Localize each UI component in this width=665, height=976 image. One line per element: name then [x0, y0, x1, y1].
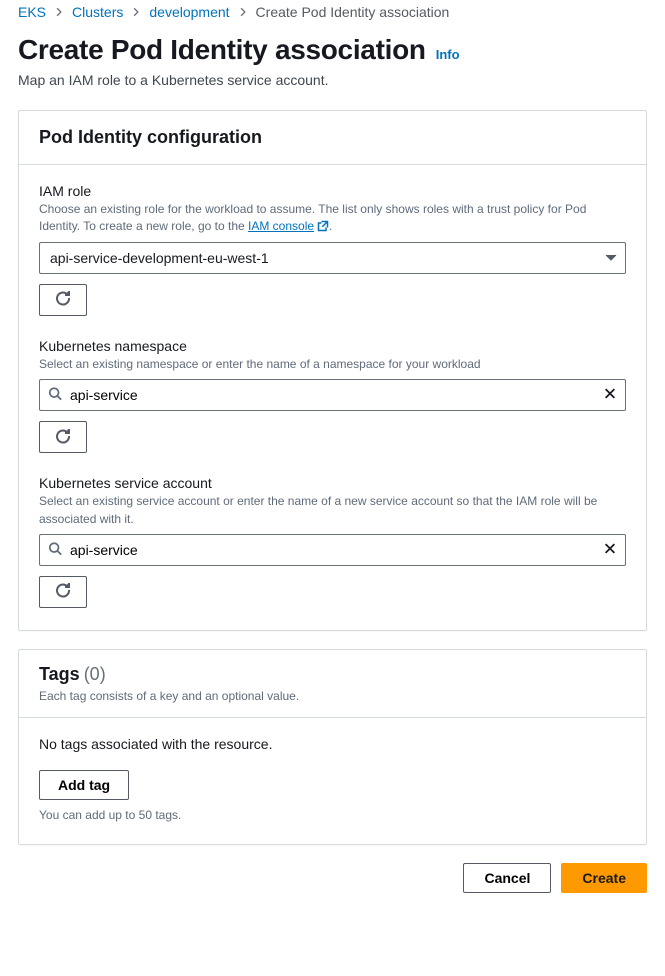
footer-actions: Cancel Create [0, 863, 665, 911]
iam-role-value: api-service-development-eu-west-1 [50, 250, 269, 266]
service-account-label: Kubernetes service account [39, 475, 626, 491]
chevron-right-icon [54, 7, 64, 17]
breadcrumb: EKS Clusters development Create Pod Iden… [0, 0, 665, 28]
caret-down-icon [605, 250, 617, 266]
tags-subtitle: Each tag consists of a key and an option… [39, 689, 626, 703]
pod-identity-config-panel: Pod Identity configuration IAM role Choo… [18, 110, 647, 631]
panel-title: Pod Identity configuration [19, 111, 646, 165]
refresh-icon [55, 290, 71, 309]
iam-role-group: IAM role Choose an existing role for the… [39, 183, 626, 316]
iam-console-link[interactable]: IAM console [248, 219, 329, 233]
namespace-group: Kubernetes namespace Select an existing … [39, 338, 626, 453]
chevron-right-icon [131, 7, 141, 17]
namespace-input[interactable] [70, 387, 595, 403]
iam-role-refresh-button[interactable] [39, 284, 87, 316]
namespace-label: Kubernetes namespace [39, 338, 626, 354]
iam-role-desc-suffix: . [329, 219, 332, 233]
refresh-icon [55, 582, 71, 601]
info-link[interactable]: Info [436, 47, 460, 62]
breadcrumb-clusters[interactable]: Clusters [72, 4, 123, 20]
refresh-icon [55, 428, 71, 447]
tags-limit-text: You can add up to 50 tags. [39, 808, 626, 822]
tags-panel: Tags (0) Each tag consists of a key and … [18, 649, 647, 845]
service-account-desc: Select an existing service account or en… [39, 493, 626, 528]
service-account-input[interactable] [70, 542, 595, 558]
service-account-group: Kubernetes service account Select an exi… [39, 475, 626, 608]
clear-icon[interactable] [601, 539, 619, 560]
tags-count: (0) [84, 664, 106, 685]
namespace-refresh-button[interactable] [39, 421, 87, 453]
search-icon [48, 541, 62, 558]
tags-empty-message: No tags associated with the resource. [39, 736, 626, 752]
breadcrumb-current: Create Pod Identity association [256, 4, 450, 20]
create-button[interactable]: Create [561, 863, 647, 893]
clear-icon[interactable] [601, 385, 619, 406]
namespace-input-wrap [39, 379, 626, 411]
search-icon [48, 387, 62, 404]
chevron-right-icon [238, 7, 248, 17]
iam-role-select[interactable]: api-service-development-eu-west-1 [39, 242, 626, 274]
breadcrumb-eks[interactable]: EKS [18, 4, 46, 20]
cancel-button[interactable]: Cancel [463, 863, 551, 893]
tags-title: Tags [39, 664, 80, 685]
iam-role-desc: Choose an existing role for the workload… [39, 201, 626, 236]
page-subtitle: Map an IAM role to a Kubernetes service … [18, 72, 647, 88]
service-account-input-wrap [39, 534, 626, 566]
namespace-desc: Select an existing namespace or enter th… [39, 356, 626, 373]
add-tag-button[interactable]: Add tag [39, 770, 129, 800]
breadcrumb-development[interactable]: development [149, 4, 229, 20]
iam-role-label: IAM role [39, 183, 626, 199]
external-link-icon [317, 220, 329, 232]
page-title: Create Pod Identity association [18, 34, 426, 66]
service-account-refresh-button[interactable] [39, 576, 87, 608]
